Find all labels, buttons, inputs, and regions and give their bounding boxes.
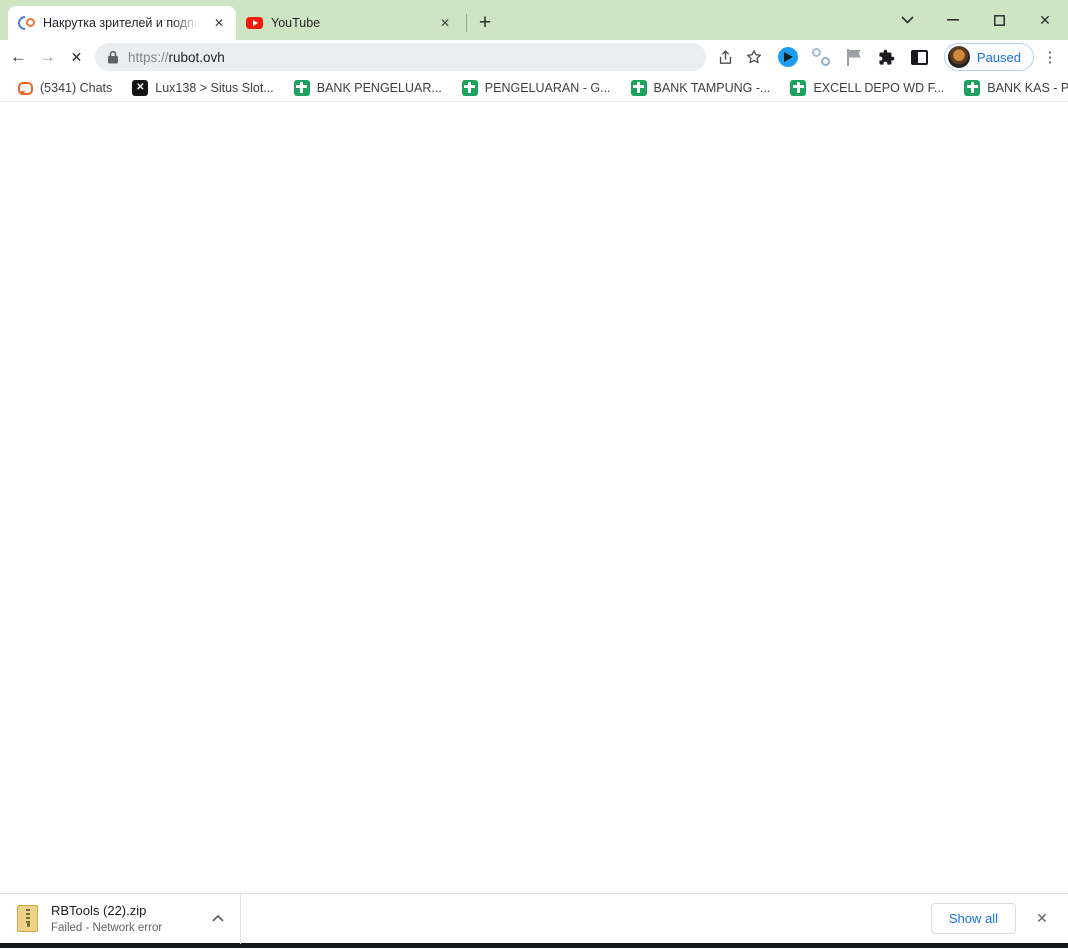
tab-title: Накрутка зрителей и подписчи	[43, 16, 202, 30]
bookmark-bank-tampung[interactable]: BANK TAMPUNG -...	[623, 77, 779, 99]
profile-avatar	[948, 46, 970, 68]
window-close-button[interactable]: ✕	[1022, 0, 1068, 40]
bottom-edge-strip	[0, 943, 1068, 948]
google-sheets-icon	[631, 80, 647, 96]
shelf-close-icon[interactable]: ✕	[1030, 907, 1054, 931]
download-filename: RBTools (22).zip	[51, 903, 193, 918]
tab-close-icon[interactable]: ✕	[210, 14, 228, 32]
download-status: Failed - Network error	[51, 922, 193, 934]
new-tab-button[interactable]: +	[471, 9, 499, 37]
tab-search-chevron-icon[interactable]	[884, 0, 930, 40]
link-extension-icon[interactable]	[807, 43, 835, 71]
tab-youtube[interactable]: YouTube ✕	[236, 6, 462, 40]
address-bar[interactable]: https://rubot.ovh	[95, 43, 706, 71]
browser-menu-kebab-icon[interactable]: ⋮	[1038, 43, 1062, 71]
show-all-button[interactable]: Show all	[931, 903, 1016, 934]
bookmark-bank-pengeluar[interactable]: BANK PENGELUAR...	[286, 77, 450, 99]
shelf-divider	[240, 894, 241, 944]
forward-button[interactable]: →	[33, 43, 62, 72]
tab-title: YouTube	[271, 16, 428, 30]
rubot-favicon-icon	[18, 15, 35, 32]
bookmark-lux138[interactable]: ✕ Lux138 > Situs Slot...	[124, 77, 281, 99]
lux138-icon: ✕	[132, 80, 148, 96]
lock-icon	[107, 50, 119, 64]
google-sheets-icon	[294, 80, 310, 96]
back-button[interactable]: ←	[4, 43, 33, 72]
tab-strip: Накрутка зрителей и подписчи ✕ YouTube ✕…	[0, 0, 1068, 40]
maximize-button[interactable]	[976, 0, 1022, 40]
shelf-right-controls: Show all ✕	[931, 903, 1068, 934]
side-panel-icon[interactable]	[906, 43, 934, 71]
tab-close-icon[interactable]: ✕	[436, 14, 454, 32]
tab-rubot[interactable]: Накрутка зрителей и подписчи ✕	[8, 6, 236, 40]
chat-bubble-icon	[18, 82, 33, 95]
bookmark-star-icon[interactable]	[740, 43, 768, 71]
stop-loading-button[interactable]: ✕	[62, 43, 91, 72]
download-shelf: RBTools (22).zip Failed - Network error …	[0, 893, 1068, 943]
minimize-button[interactable]	[930, 0, 976, 40]
bookmark-pengeluaran[interactable]: PENGELUARAN - G...	[454, 77, 619, 99]
bookmark-chats[interactable]: (5341) Chats	[10, 78, 120, 98]
youtube-favicon-icon	[246, 17, 263, 30]
zip-file-icon	[17, 905, 38, 932]
download-item[interactable]: RBTools (22).zip Failed - Network error	[0, 894, 240, 943]
bookmarks-bar: (5341) Chats ✕ Lux138 > Situs Slot... BA…	[0, 74, 1068, 102]
flag-extension-icon[interactable]	[840, 43, 868, 71]
page-content	[0, 102, 1068, 893]
window-controls: ✕	[884, 0, 1068, 40]
bookmark-bank-kas[interactable]: BANK KAS - PRISKI...	[956, 77, 1068, 99]
sync-paused-label: Paused	[977, 50, 1021, 65]
extensions-puzzle-icon[interactable]	[873, 43, 901, 71]
extension-blue-icon[interactable]	[774, 43, 802, 71]
profile-button[interactable]: Paused	[944, 43, 1034, 71]
download-info: RBTools (22).zip Failed - Network error	[51, 903, 193, 934]
url-text: https://rubot.ovh	[128, 50, 225, 65]
bookmark-excell-depo[interactable]: EXCELL DEPO WD F...	[782, 77, 952, 99]
google-sheets-icon	[462, 80, 478, 96]
browser-toolbar: ← → ✕ https://rubot.ovh Paused ⋮	[0, 40, 1068, 74]
tab-divider	[466, 14, 467, 32]
share-icon[interactable]	[712, 43, 740, 71]
google-sheets-icon	[790, 80, 806, 96]
google-sheets-icon	[964, 80, 980, 96]
download-chevron-up-icon[interactable]	[206, 907, 230, 931]
extensions-zone	[774, 43, 934, 71]
